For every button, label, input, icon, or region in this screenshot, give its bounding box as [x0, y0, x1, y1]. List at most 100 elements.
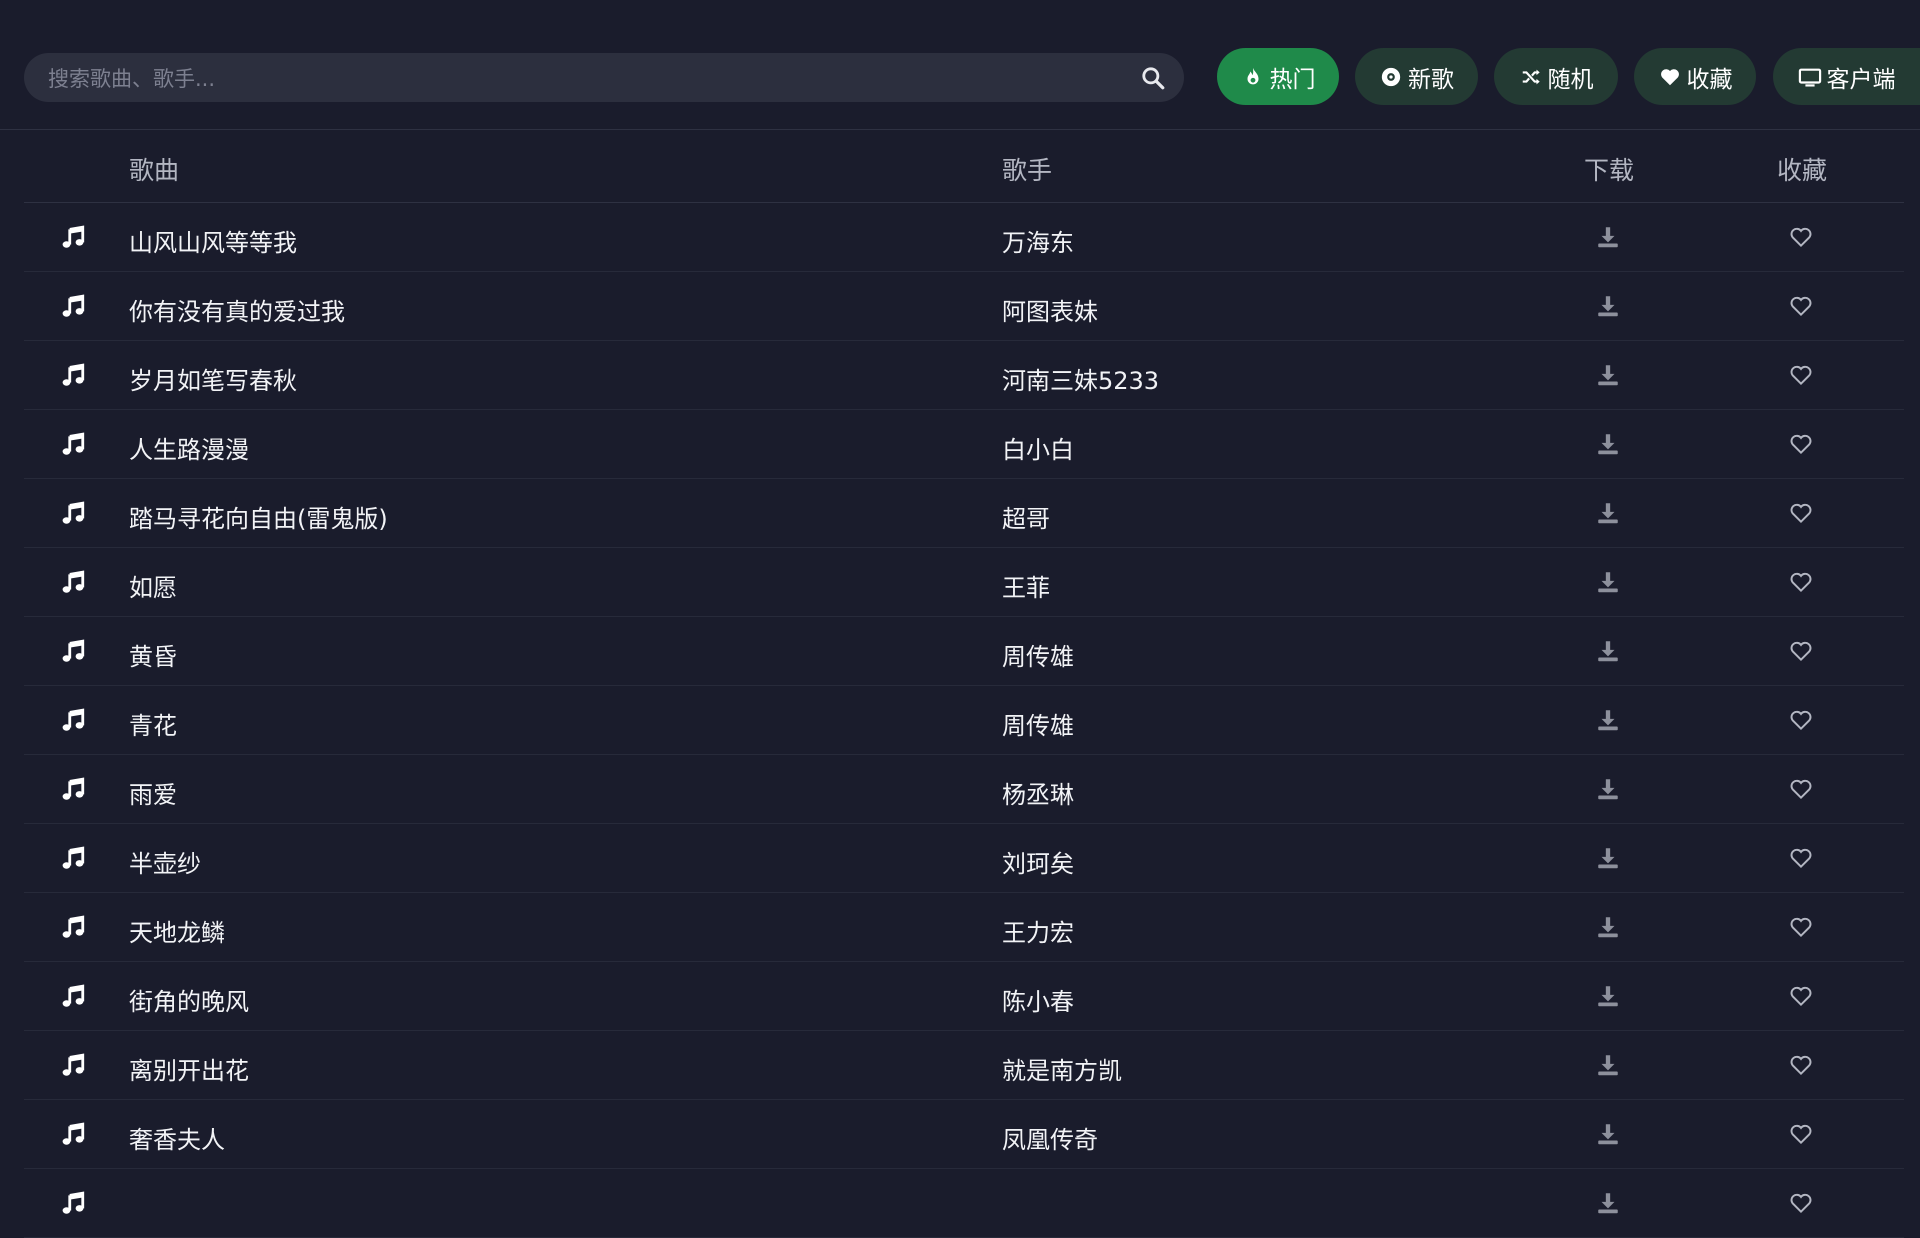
favorite-heart-icon[interactable]: [1788, 293, 1814, 319]
song-title[interactable]: 山风山风等等我: [129, 223, 297, 258]
favorite-heart-icon[interactable]: [1788, 983, 1814, 1009]
song-title[interactable]: 雨爱: [129, 775, 177, 810]
favorite-heart-icon[interactable]: [1788, 1190, 1814, 1216]
download-icon[interactable]: [1595, 914, 1621, 940]
download-icon[interactable]: [1595, 707, 1621, 733]
table-row[interactable]: 你有没有真的爱过我 阿图表妹: [24, 272, 1904, 341]
favorite-heart-icon[interactable]: [1788, 1052, 1814, 1078]
download-icon[interactable]: [1595, 293, 1621, 319]
artist-name[interactable]: 阿图表妹: [1002, 292, 1098, 327]
nav-favorites-label: 收藏: [1686, 66, 1733, 93]
heart-icon: [1658, 65, 1682, 89]
nav-hot-button[interactable]: 热门: [1217, 48, 1339, 105]
table-row[interactable]: 奢香夫人 凤凰传奇: [24, 1100, 1904, 1169]
download-icon[interactable]: [1595, 431, 1621, 457]
download-icon[interactable]: [1595, 845, 1621, 871]
song-table: 歌曲 歌手 下载 收藏 山风山风等等我 万海东 你有没有真的爱过我 阿图表妹 岁月如笔写…: [24, 130, 1904, 1238]
table-row[interactable]: 山风山风等等我 万海东: [24, 203, 1904, 272]
song-title[interactable]: 奢香夫人: [129, 1120, 225, 1155]
disc-icon: [1379, 65, 1403, 89]
artist-name[interactable]: 周传雄: [1002, 637, 1074, 672]
artist-name[interactable]: 周传雄: [1002, 706, 1074, 741]
music-note-icon: [60, 984, 86, 1010]
song-title[interactable]: 人生路漫漫: [129, 430, 249, 465]
table-row[interactable]: 黄昏 周传雄: [24, 617, 1904, 686]
table-row[interactable]: 岁月如笔写春秋 河南三妹5233: [24, 341, 1904, 410]
table-row[interactable]: 半壶纱 刘珂矣: [24, 824, 1904, 893]
download-icon[interactable]: [1595, 362, 1621, 388]
music-note-icon: [60, 225, 86, 251]
download-icon[interactable]: [1595, 1121, 1621, 1147]
favorite-heart-icon[interactable]: [1788, 914, 1814, 940]
nav-new-button[interactable]: 新歌: [1355, 48, 1478, 105]
music-note-icon: [60, 294, 86, 320]
artist-name[interactable]: 河南三妹5233: [1002, 361, 1159, 396]
download-icon[interactable]: [1595, 983, 1621, 1009]
song-title[interactable]: 天地龙鳞: [129, 913, 225, 948]
favorite-heart-icon[interactable]: [1788, 500, 1814, 526]
song-title[interactable]: 你有没有真的爱过我: [129, 292, 345, 327]
nav-random-button[interactable]: 随机: [1494, 48, 1618, 105]
table-row[interactable]: 青花 周传雄: [24, 686, 1904, 755]
table-row[interactable]: 如愿 王菲: [24, 548, 1904, 617]
song-title[interactable]: 街角的晚风: [129, 982, 249, 1017]
artist-name[interactable]: 白小白: [1002, 430, 1074, 465]
table-row[interactable]: 踏马寻花向自由(雷鬼版) 超哥: [24, 479, 1904, 548]
artist-name[interactable]: 王菲: [1002, 568, 1050, 603]
favorite-heart-icon[interactable]: [1788, 1121, 1814, 1147]
song-title[interactable]: 踏马寻花向自由(雷鬼版): [129, 499, 388, 534]
column-song: 歌曲: [129, 156, 180, 185]
nav-new-label: 新歌: [1408, 66, 1454, 93]
download-icon[interactable]: [1595, 1052, 1621, 1078]
nav-client-button[interactable]: 客户端: [1773, 48, 1920, 105]
download-icon[interactable]: [1595, 500, 1621, 526]
download-icon[interactable]: [1595, 776, 1621, 802]
favorite-heart-icon[interactable]: [1788, 431, 1814, 457]
song-title[interactable]: 如愿: [129, 568, 177, 603]
artist-name[interactable]: 杨丞琳: [1002, 775, 1074, 810]
favorite-heart-icon[interactable]: [1788, 569, 1814, 595]
table-row[interactable]: 天地龙鳞 王力宏: [24, 893, 1904, 962]
song-title[interactable]: 青花: [129, 706, 177, 741]
artist-name[interactable]: 就是南方凯: [1002, 1051, 1122, 1086]
song-title[interactable]: 黄昏: [129, 637, 177, 672]
favorite-heart-icon[interactable]: [1788, 224, 1814, 250]
music-note-icon: [60, 363, 86, 389]
table-row[interactable]: 离别开出花 就是南方凯: [24, 1031, 1904, 1100]
monitor-icon: [1798, 65, 1822, 89]
music-note-icon: [60, 639, 86, 665]
nav-favorites-button[interactable]: 收藏: [1634, 48, 1756, 105]
download-icon[interactable]: [1595, 224, 1621, 250]
artist-name[interactable]: 刘珂矣: [1002, 844, 1074, 879]
favorite-heart-icon[interactable]: [1788, 845, 1814, 871]
song-title[interactable]: 离别开出花: [129, 1051, 249, 1086]
artist-name[interactable]: 超哥: [1002, 499, 1050, 534]
table-row[interactable]: 人生路漫漫 白小白: [24, 410, 1904, 479]
artist-name[interactable]: 凤凰传奇: [1002, 1120, 1098, 1155]
download-icon[interactable]: [1595, 638, 1621, 664]
song-title[interactable]: 岁月如笔写春秋: [129, 361, 297, 396]
column-artist: 歌手: [1002, 156, 1053, 185]
music-note-icon: [60, 1122, 86, 1148]
search-input[interactable]: [46, 53, 1110, 104]
table-row[interactable]: 街角的晚风 陈小春: [24, 962, 1904, 1031]
nav-hot-label: 热门: [1269, 66, 1316, 93]
song-title[interactable]: 半壶纱: [129, 844, 201, 879]
favorite-heart-icon[interactable]: [1788, 638, 1814, 664]
favorite-heart-icon[interactable]: [1788, 707, 1814, 733]
download-icon[interactable]: [1595, 569, 1621, 595]
table-row[interactable]: [24, 1169, 1904, 1238]
nav-client-label: 客户端: [1826, 66, 1896, 93]
column-download: 下载: [1584, 156, 1635, 185]
search-icon[interactable]: [1140, 65, 1166, 91]
music-note-icon: [60, 915, 86, 941]
artist-name[interactable]: 万海东: [1002, 223, 1074, 258]
favorite-heart-icon[interactable]: [1788, 776, 1814, 802]
artist-name[interactable]: 王力宏: [1002, 913, 1074, 948]
download-icon[interactable]: [1595, 1190, 1621, 1216]
favorite-heart-icon[interactable]: [1788, 362, 1814, 388]
header: 热门 新歌 随机 收藏: [0, 0, 1920, 130]
artist-name[interactable]: 陈小春: [1002, 982, 1074, 1017]
table-row[interactable]: 雨爱 杨丞琳: [24, 755, 1904, 824]
nav-random-label: 随机: [1547, 66, 1594, 93]
